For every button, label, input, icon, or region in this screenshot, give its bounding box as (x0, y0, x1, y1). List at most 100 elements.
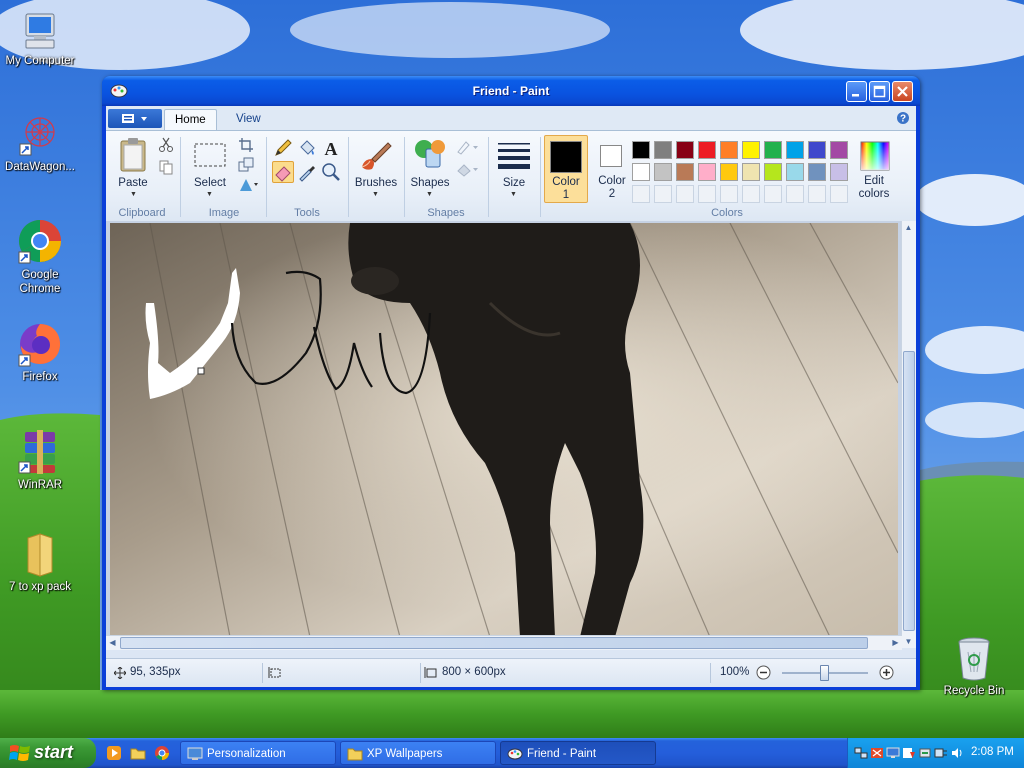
zoom-slider[interactable] (782, 665, 868, 681)
vertical-scroll-thumb[interactable] (903, 351, 915, 631)
network-icon[interactable] (854, 746, 868, 760)
fill-tool-button[interactable] (296, 137, 318, 159)
palette-color-swatch[interactable] (830, 141, 848, 159)
zoom-out-button[interactable] (756, 665, 771, 680)
color-palette (632, 141, 856, 207)
palette-color-swatch[interactable] (786, 141, 804, 159)
palette-color-swatch[interactable] (830, 163, 848, 181)
palette-color-swatch[interactable] (698, 163, 716, 181)
palette-color-swatch[interactable] (764, 163, 782, 181)
color-picker-tool-button[interactable] (296, 161, 318, 183)
palette-empty-swatch[interactable] (742, 185, 760, 203)
palette-empty-swatch[interactable] (698, 185, 716, 203)
palette-empty-swatch[interactable] (720, 185, 738, 203)
explorer-folder-icon[interactable] (130, 745, 146, 761)
crop-icon[interactable] (238, 137, 254, 153)
scroll-up-arrow[interactable]: ▲ (902, 221, 915, 234)
palette-empty-swatch[interactable] (764, 185, 782, 203)
desktop-icon-recycle-bin[interactable]: Recycle Bin (934, 636, 1014, 698)
resize-icon[interactable] (238, 157, 254, 173)
horizontal-scrollbar[interactable]: ◀ ▶ (106, 635, 902, 650)
tab-view[interactable]: View (226, 109, 271, 130)
desktop-icon-firefox[interactable]: Firefox (0, 320, 80, 384)
eraser-tool-button[interactable] (272, 161, 294, 183)
palette-empty-swatch[interactable] (786, 185, 804, 203)
desktop-icon-7-to-xp-pack[interactable]: 7 to xp pack (0, 532, 80, 594)
palette-color-swatch[interactable] (786, 163, 804, 181)
size-button[interactable]: Size ▼ (492, 135, 536, 201)
brushes-dropdown-caret: ▼ (372, 191, 379, 198)
usb-icon[interactable] (918, 746, 932, 760)
color2-button[interactable]: Color 2 (590, 135, 634, 203)
taskbar: start Personalization XP Wallpapers Frie… (0, 738, 1024, 768)
start-button[interactable]: start (0, 738, 96, 768)
network-adapter-icon[interactable] (934, 746, 948, 760)
paint-menu-button[interactable] (108, 109, 162, 128)
paint-window[interactable]: Friend - Paint Home View ? Paste ▼ Clipb… (102, 76, 920, 690)
rotate-icon[interactable] (238, 177, 260, 193)
vertical-scrollbar[interactable]: ▲ ▼ (901, 221, 916, 648)
copy-icon[interactable] (158, 159, 174, 175)
palette-color-swatch[interactable] (808, 141, 826, 159)
cut-icon[interactable] (158, 137, 174, 153)
desktop-icon-winrar[interactable]: WinRAR (0, 428, 80, 492)
palette-empty-swatch[interactable] (808, 185, 826, 203)
palette-color-swatch[interactable] (720, 163, 738, 181)
magnifier-tool-button[interactable] (320, 161, 342, 183)
desktop-icon-google-chrome[interactable]: Google Chrome (0, 218, 80, 296)
select-button[interactable]: Select ▼ (190, 135, 230, 201)
taskbar-button-personalization[interactable]: Personalization (180, 741, 336, 765)
palette-color-swatch[interactable] (654, 163, 672, 181)
edit-colors-button[interactable]: Edit colors (854, 135, 894, 203)
security-alert-icon[interactable] (870, 746, 884, 760)
drawing-canvas[interactable] (110, 223, 898, 637)
palette-color-swatch[interactable] (764, 141, 782, 159)
volume-icon[interactable] (950, 746, 964, 760)
text-icon: A (325, 139, 338, 159)
palette-color-swatch[interactable] (632, 141, 650, 159)
palette-color-swatch[interactable] (720, 141, 738, 159)
chrome-quicklaunch-icon[interactable] (154, 745, 170, 761)
horizontal-scroll-thumb[interactable] (120, 637, 868, 649)
palette-color-swatch[interactable] (632, 163, 650, 181)
taskbar-button-xp-wallpapers[interactable]: XP Wallpapers (340, 741, 496, 765)
palette-empty-swatch[interactable] (830, 185, 848, 203)
color1-button[interactable]: Color 1 (544, 135, 588, 203)
minimize-button[interactable] (846, 81, 867, 102)
desktop-icon-my-computer[interactable]: My Computer (0, 10, 80, 68)
palette-empty-swatch[interactable] (654, 185, 672, 203)
shapes-button[interactable]: Shapes ▼ (408, 135, 452, 201)
palette-color-swatch[interactable] (742, 163, 760, 181)
zoom-in-button[interactable] (879, 665, 894, 680)
alert-icon[interactable] (902, 746, 916, 760)
palette-color-swatch[interactable] (808, 163, 826, 181)
clock[interactable]: 2:08 PM (971, 746, 1014, 758)
palette-color-swatch[interactable] (654, 141, 672, 159)
scroll-down-arrow[interactable]: ▼ (902, 635, 915, 648)
title-bar[interactable]: Friend - Paint (102, 76, 920, 106)
paste-button[interactable]: Paste ▼ (112, 135, 154, 201)
palette-color-swatch[interactable] (698, 141, 716, 159)
text-tool-button[interactable]: A (320, 137, 342, 159)
taskbar-button-friend-paint[interactable]: Friend - Paint (500, 741, 656, 765)
desktop-icon-label: 7 to xp pack (8, 581, 71, 593)
palette-color-swatch[interactable] (742, 141, 760, 159)
desktop-icon-datawagon[interactable]: DataWagon... (0, 112, 80, 174)
pencil-tool-button[interactable] (272, 137, 294, 159)
palette-color-swatch[interactable] (676, 141, 694, 159)
palette-color-swatch[interactable] (676, 163, 694, 181)
palette-empty-swatch[interactable] (632, 185, 650, 203)
scroll-right-arrow[interactable]: ▶ (889, 636, 902, 649)
palette-empty-swatch[interactable] (676, 185, 694, 203)
brushes-button[interactable]: Brushes ▼ (354, 135, 398, 201)
scroll-left-arrow[interactable]: ◀ (106, 636, 119, 649)
maximize-button[interactable] (869, 81, 890, 102)
display-icon[interactable] (886, 746, 900, 760)
media-player-icon[interactable] (106, 745, 122, 761)
tab-home[interactable]: Home (164, 109, 217, 131)
close-button[interactable] (892, 81, 913, 102)
fill-icon[interactable] (456, 161, 480, 177)
help-icon[interactable]: ? (896, 111, 910, 125)
outline-icon[interactable] (456, 139, 480, 155)
zoom-slider-thumb[interactable] (820, 665, 829, 681)
